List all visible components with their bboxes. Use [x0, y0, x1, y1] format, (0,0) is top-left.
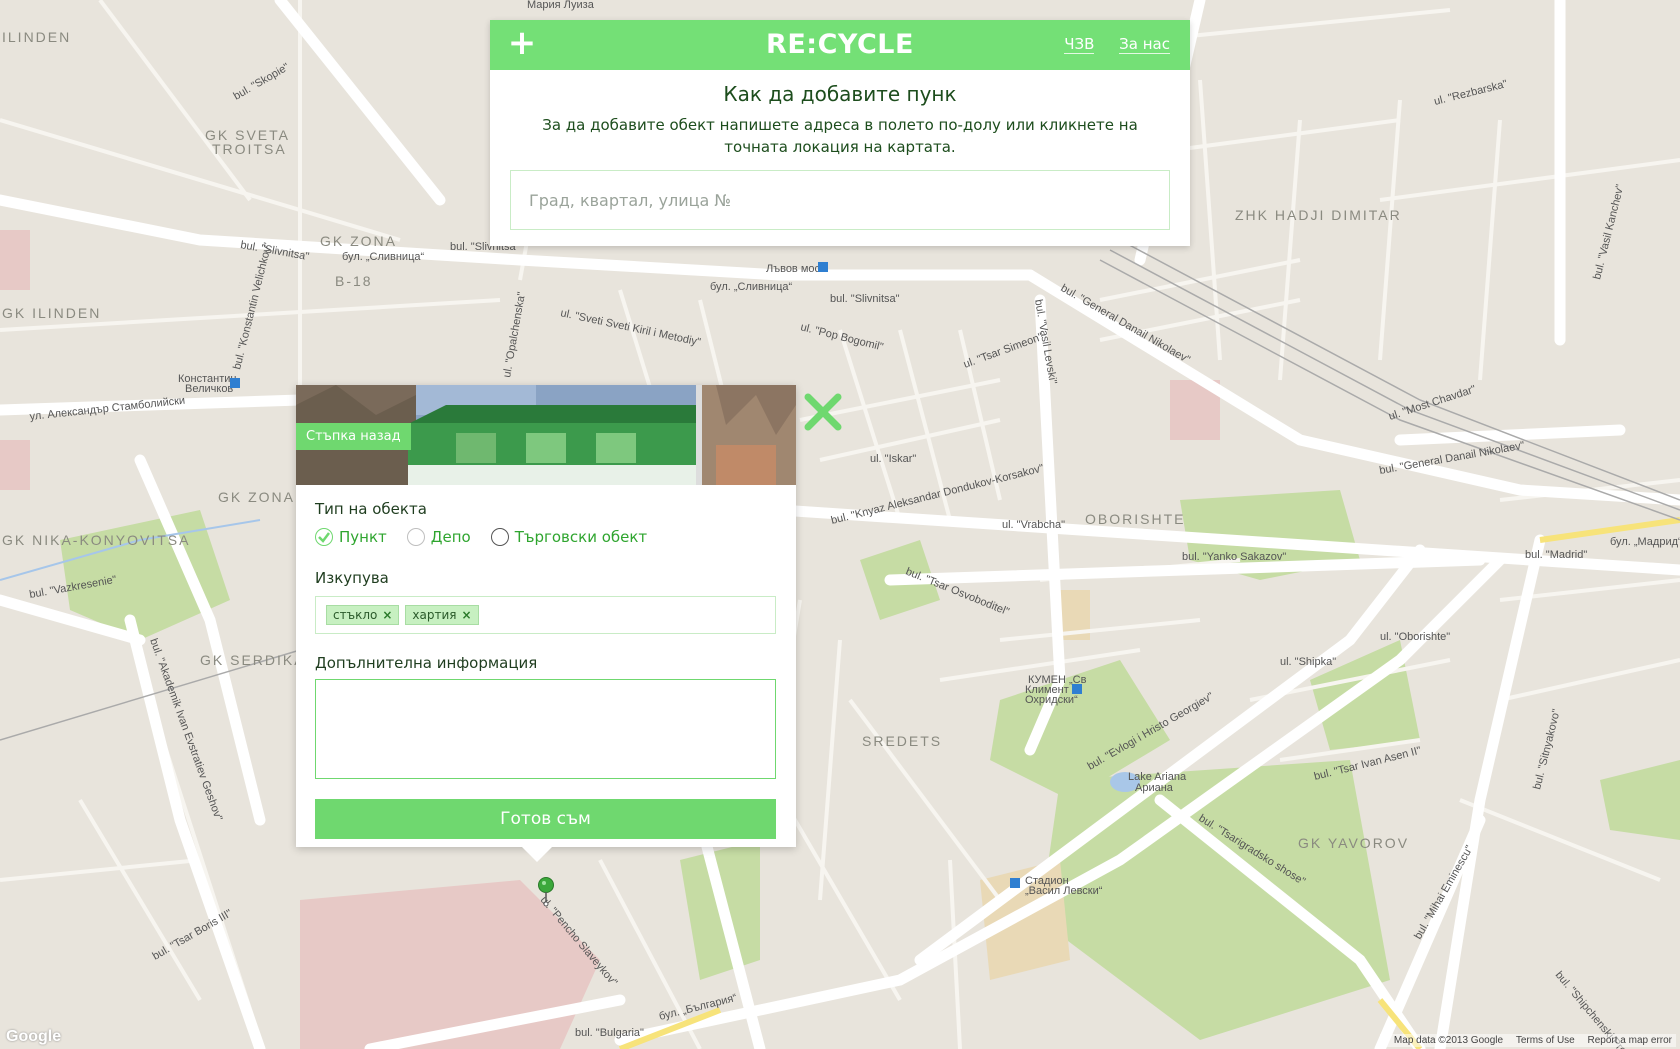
district-label: GK NIKA-KONYOVITSA [2, 532, 190, 548]
street-label: ul. "Vrabcha" [1002, 519, 1065, 531]
top-nav: ЧЗВ За нас [1044, 35, 1170, 54]
additional-info-textarea[interactable] [315, 679, 776, 779]
report-error-link[interactable]: Report a map error [1588, 1035, 1672, 1046]
nav-about[interactable]: За нас [1119, 35, 1170, 54]
landmark-label: Мария Луиза [527, 0, 595, 11]
add-location-panel: + RE:CYCLE ЧЗВ За нас Как да добавите пу… [490, 20, 1190, 246]
map-footer: Map data ©2013 Google Terms of Use Repor… [1379, 1034, 1676, 1047]
street-label: bul. "Yanko Sakazov" [1182, 551, 1286, 563]
street-label: bul. "Slivnitsa" [830, 293, 900, 305]
radio-circle-icon [406, 528, 425, 546]
help-title: Как да добавите пунк [723, 82, 957, 106]
radio-point-label: Пункт [339, 528, 387, 546]
district-label: GK ILINDEN [2, 305, 101, 321]
radio-circle-icon [490, 528, 509, 546]
radio-depot-label: Депо [430, 528, 471, 546]
location-form: Стъпка назад Тип на обекта Пункт Депо Тъ… [296, 385, 796, 847]
tag-glass[interactable]: стъкло × [326, 605, 400, 625]
landmark-label: Лъвов мост [766, 263, 825, 275]
street-label: ul. "Iskar" [870, 453, 916, 465]
help-text: За да добавите обект напишете адреса в п… [542, 116, 1138, 156]
district-label: ZHK HADJI DIMITAR [1235, 207, 1402, 223]
top-bar: + RE:CYCLE ЧЗВ За нас [490, 20, 1190, 70]
nav-faq[interactable]: ЧЗВ [1064, 35, 1095, 54]
tag-label: стъкло [333, 608, 378, 622]
object-type-label: Тип на обекта [315, 500, 427, 518]
buys-label: Изкупува [315, 569, 389, 587]
district-label: B-18 [335, 273, 373, 289]
street-label: бул. „Сливница“ [342, 251, 424, 263]
district-label: GK ZONA [320, 233, 397, 249]
radio-point[interactable]: Пункт [315, 528, 387, 546]
additional-info-label: Допълнителна информация [315, 654, 538, 672]
street-label: bul. "Bulgaria" [575, 1027, 644, 1039]
radio-depot[interactable]: Депо [406, 528, 471, 546]
landmark-label: Ариана [1135, 782, 1174, 794]
street-label: ul. "Oborishte" [1380, 631, 1450, 643]
district-label: GK YAVOROV [1298, 835, 1409, 851]
remove-icon[interactable]: × [461, 608, 471, 622]
address-input[interactable] [510, 170, 1170, 230]
radio-commercial-label: Търговски обект [514, 528, 648, 546]
street-label: бул. „Сливница“ [710, 281, 792, 293]
location-pin-icon[interactable] [538, 877, 554, 909]
street-label: ul. "Shipka" [1280, 656, 1336, 668]
tag-paper[interactable]: хартия × [405, 605, 479, 625]
landmark-label: Охридски“ [1025, 694, 1078, 706]
landmark-label: Величков [185, 383, 233, 395]
materials-tag-input[interactable]: стъкло × хартия × [315, 596, 776, 634]
district-label: GK SERDIKA [200, 652, 306, 668]
close-icon[interactable] [804, 393, 842, 431]
submit-button[interactable]: Готов съм [315, 799, 776, 839]
terms-link[interactable]: Terms of Use [1516, 1035, 1575, 1046]
popup-pointer [521, 846, 553, 862]
district-label: TROITSA [212, 141, 287, 157]
object-type-group: Пункт Депо Търговски обект [315, 525, 776, 549]
tag-label: хартия [412, 608, 457, 622]
radio-commercial[interactable]: Търговски обект [490, 528, 648, 546]
district-label: ILINDEN [2, 29, 71, 45]
map-data-credit: Map data ©2013 Google [1393, 1035, 1504, 1046]
district-label: OBORISHTE [1085, 511, 1185, 527]
district-label: SREDETS [862, 733, 942, 749]
back-button[interactable]: Стъпка назад [296, 423, 411, 450]
street-label: bul. "Madrid" [1525, 549, 1587, 561]
checkmark-icon [315, 528, 333, 546]
google-logo[interactable]: Google [6, 1028, 61, 1046]
remove-icon[interactable]: × [382, 608, 392, 622]
street-label: бул. „Мадрид“ [1610, 536, 1680, 548]
landmark-label: „Васил Левски“ [1025, 885, 1103, 897]
